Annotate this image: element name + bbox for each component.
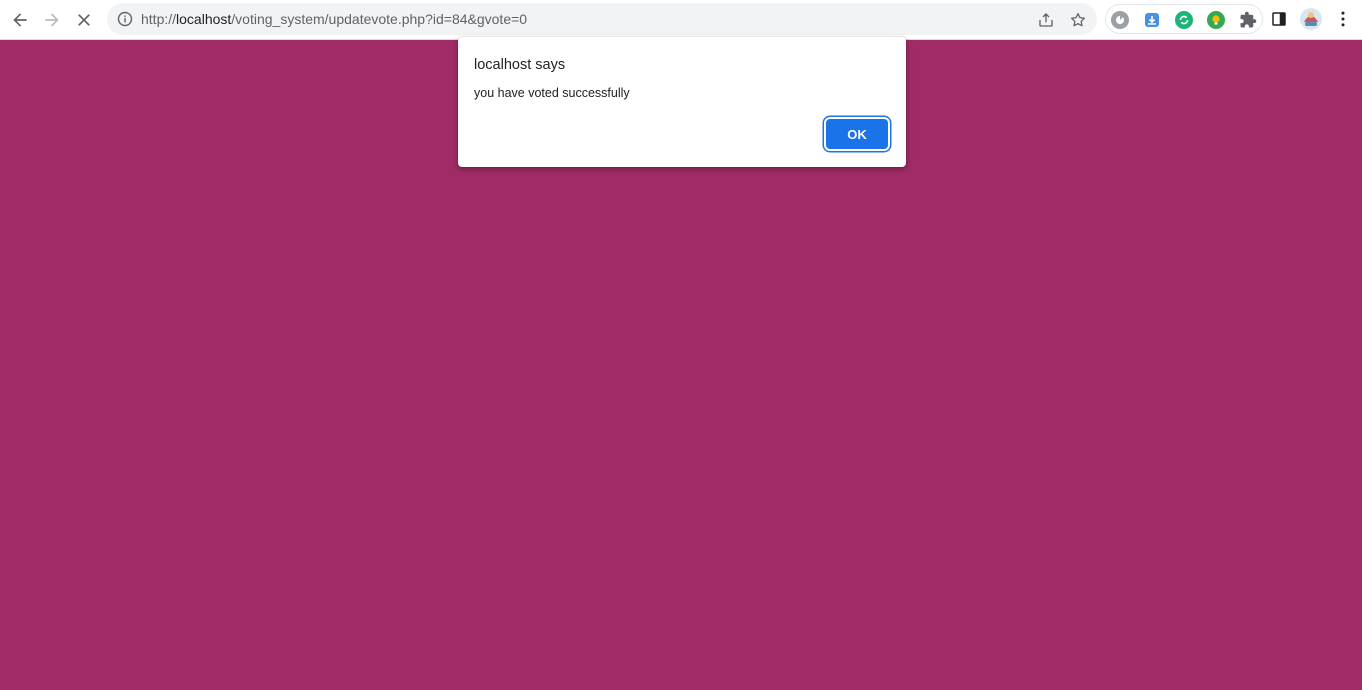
arrow-left-icon [13, 13, 27, 27]
forward-button[interactable] [38, 6, 66, 34]
browser-toolbar: http://localhost/voting_system/updatevot… [0, 0, 1362, 40]
side-panel-icon [1272, 12, 1286, 26]
dialog-message: you have voted successfully [474, 86, 630, 100]
extension-refresh-icon[interactable] [1175, 11, 1193, 29]
extension-grey-circle-icon[interactable] [1111, 11, 1129, 29]
avatar-icon [1300, 8, 1322, 30]
stop-loading-button[interactable] [70, 6, 98, 34]
url-text[interactable]: http://localhost/voting_system/updatevot… [141, 11, 527, 27]
profile-avatar[interactable] [1299, 7, 1323, 31]
bookmark-button[interactable] [1067, 9, 1089, 31]
url-scheme: http:// [141, 11, 177, 27]
back-button[interactable] [6, 6, 34, 34]
arrow-right-icon [45, 13, 59, 27]
extension-lightbulb-icon[interactable] [1207, 11, 1225, 29]
extension-download-icon[interactable] [1143, 11, 1161, 29]
side-panel-button[interactable] [1267, 7, 1291, 31]
close-icon [78, 14, 90, 26]
dialog-title: localhost says [474, 57, 566, 73]
share-button[interactable] [1035, 9, 1057, 31]
browser-menu-button[interactable] [1331, 7, 1355, 31]
url-path: /voting_system/updatevote.php?id=84&gvot… [231, 11, 528, 27]
puzzle-icon[interactable] [1239, 11, 1257, 29]
alert-dialog: localhost says you have voted successful… [458, 37, 906, 167]
info-icon[interactable] [117, 11, 133, 27]
url-host: localhost [176, 11, 232, 27]
kebab-menu-icon [1341, 11, 1345, 27]
share-icon [1039, 13, 1053, 27]
ok-button[interactable]: OK [826, 119, 888, 149]
address-bar[interactable]: http://localhost/voting_system/updatevot… [107, 3, 1097, 35]
star-icon [1070, 12, 1086, 27]
extensions-area [1105, 4, 1263, 34]
